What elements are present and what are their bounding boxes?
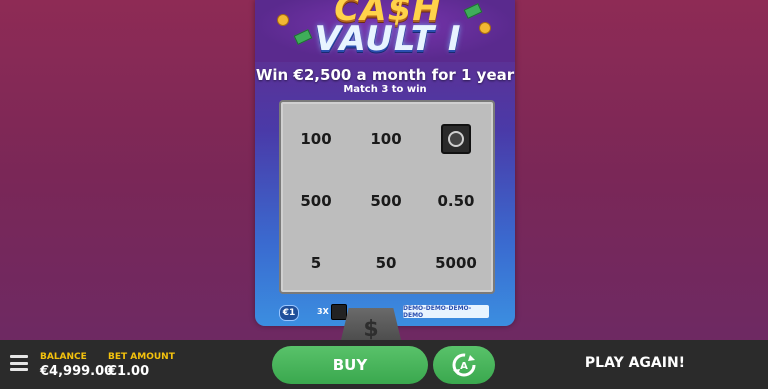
menu-line — [10, 361, 28, 365]
ticket-price: €1 — [279, 305, 299, 321]
menu-line — [10, 355, 28, 358]
scratch-cell: 100 — [300, 130, 332, 148]
autoplay-icon: A — [452, 353, 476, 377]
scratch-cell: 500 — [370, 192, 402, 210]
play-again-button[interactable]: PLAY AGAIN! — [560, 355, 710, 371]
logo-title: CA$H VAULT I — [293, 0, 483, 59]
scratch-cell: 100 — [370, 130, 402, 148]
scratch-cell: 5000 — [435, 254, 477, 272]
scratch-cell — [421, 108, 491, 170]
vault-icon — [441, 124, 471, 154]
multiplier-label: 3X — [317, 307, 329, 316]
scratch-cell: 5 — [310, 254, 322, 272]
coin-decoration — [277, 14, 289, 26]
buy-button[interactable]: BUY — [272, 346, 428, 384]
menu-line — [10, 368, 28, 371]
bet-amount-value[interactable]: €1.00 — [108, 364, 149, 379]
match-instruction: Match 3 to win — [343, 84, 427, 95]
prize-headline: Win €2,500 a month for 1 year — [255, 66, 515, 84]
balance-value: €4,999.00 — [40, 364, 114, 379]
dollar-icon: $ — [363, 316, 379, 342]
autoplay-button[interactable]: A — [433, 346, 495, 384]
scratch-cell: 500 — [300, 192, 332, 210]
scratch-cell: 50 — [375, 254, 397, 272]
vault-dial — [448, 131, 464, 147]
scratch-tab[interactable]: $ — [340, 308, 402, 344]
menu-icon[interactable] — [10, 355, 28, 371]
bet-amount-label: BET AMOUNT — [108, 352, 175, 362]
balance-label: BALANCE — [40, 352, 87, 362]
demo-label: DEMO-DEMO-DEMO-DEMO — [403, 305, 489, 319]
svg-text:A: A — [460, 361, 468, 372]
scratch-cell: 0.50 — [437, 192, 475, 210]
mini-vault-icon — [331, 304, 347, 320]
logo-line2: VAULT I — [314, 19, 462, 59]
scratch-card: CA$H VAULT I Win €2,500 a month for 1 ye… — [255, 0, 515, 326]
game-logo: CA$H VAULT I — [255, 0, 515, 62]
scratch-area[interactable]: 100 100 500 500 0.50 5 50 5000 — [279, 100, 495, 294]
